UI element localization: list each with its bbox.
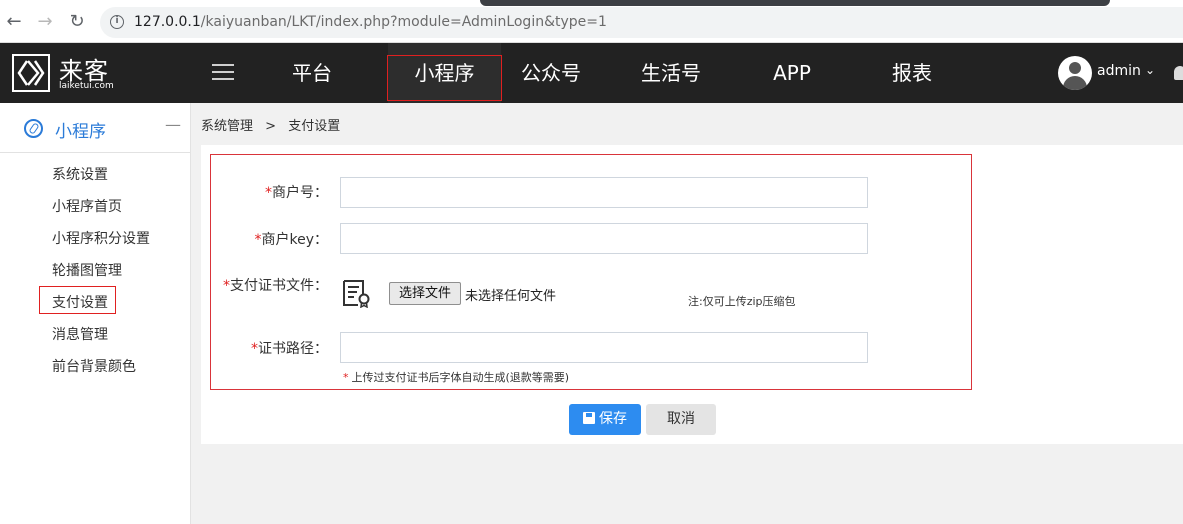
- merchant-id-input[interactable]: [340, 177, 868, 208]
- browser-toolbar: ← → ↻ i 127.0.0.1/kaiyuanban/LKT/index.p…: [0, 0, 1183, 43]
- sidebar-item-carousel[interactable]: 轮播图管理: [52, 260, 122, 280]
- sidebar-item-background-color[interactable]: 前台背景颜色: [52, 356, 136, 376]
- sidebar-item-messages[interactable]: 消息管理: [52, 324, 108, 344]
- save-label: 保存: [599, 411, 627, 427]
- choose-file-button[interactable]: 选择文件: [389, 282, 461, 305]
- nav-mini-program[interactable]: 小程序: [388, 43, 501, 103]
- sidebar-item-points-settings[interactable]: 小程序积分设置: [52, 228, 150, 248]
- url-text[interactable]: 127.0.0.1/kaiyuanban/LKT/index.php?modul…: [134, 14, 607, 30]
- sidebar-item-system-settings[interactable]: 系统设置: [52, 164, 108, 184]
- user-avatar[interactable]: [1058, 56, 1092, 90]
- address-bar[interactable]: i 127.0.0.1/kaiyuanban/LKT/index.php?mod…: [100, 7, 1183, 38]
- nav-platform[interactable]: 平台: [272, 43, 352, 103]
- site-info-icon[interactable]: i: [110, 15, 124, 29]
- nav-app[interactable]: APP: [752, 43, 832, 103]
- reload-icon[interactable]: ↻: [66, 11, 88, 33]
- merchant-key-label: *商户key：: [254, 232, 328, 248]
- nav-reports[interactable]: 报表: [872, 43, 952, 103]
- user-name[interactable]: admin: [1097, 63, 1141, 79]
- save-button[interactable]: 保存: [569, 404, 641, 435]
- chevron-down-icon[interactable]: ⌄: [1145, 63, 1155, 77]
- cert-path-label: *证书路径：: [251, 341, 328, 357]
- cert-path-input[interactable]: [340, 332, 868, 363]
- nav-life-account[interactable]: 生活号: [631, 43, 711, 103]
- file-status-text: 未选择任何文件: [465, 289, 557, 304]
- logo-icon: [12, 54, 50, 92]
- hamburger-menu-icon[interactable]: [212, 64, 234, 82]
- cert-path-hint: * 上传过支付证书后字体自动生成(退款等需要): [343, 371, 570, 384]
- forward-arrow-icon[interactable]: →: [34, 11, 56, 33]
- logo-subtitle: laiketui.com: [59, 81, 114, 91]
- collapse-icon[interactable]: —: [165, 115, 181, 134]
- url-host: 127.0.0.1: [134, 14, 201, 30]
- tab-strip: [480, 0, 1110, 6]
- breadcrumb: 系统管理 > 支付设置: [201, 115, 348, 134]
- cancel-button[interactable]: 取消: [646, 404, 716, 435]
- merchant-key-input[interactable]: [340, 223, 868, 254]
- sidebar-item-mini-program-home[interactable]: 小程序首页: [52, 196, 122, 216]
- breadcrumb-separator: >: [265, 119, 277, 134]
- sidebar: 小程序 — 系统设置 小程序首页 小程序积分设置 轮播图管理 支付设置 消息管理…: [0, 103, 191, 524]
- sidebar-section-header[interactable]: 小程序 —: [0, 103, 190, 153]
- app-header: 来客 laiketui.com 平台 小程序 公众号 生活号 APP 报表 ad…: [0, 43, 1183, 103]
- sidebar-section-title: 小程序: [55, 122, 106, 142]
- url-path: /kaiyuanban/LKT/index.php?module=AdminLo…: [200, 14, 607, 30]
- sidebar-item-payment-settings[interactable]: 支付设置: [52, 292, 108, 312]
- nav-official-account[interactable]: 公众号: [511, 43, 591, 103]
- zip-note: 注:仅可上传zip压缩包: [688, 295, 796, 308]
- bell-icon[interactable]: [1174, 66, 1183, 80]
- breadcrumb-parent[interactable]: 系统管理: [201, 119, 253, 134]
- breadcrumb-current: 支付设置: [288, 119, 341, 134]
- link-icon: [24, 119, 43, 138]
- merchant-id-label: *商户号：: [265, 185, 328, 201]
- back-arrow-icon[interactable]: ←: [3, 11, 25, 33]
- certificate-icon: [343, 280, 370, 308]
- save-disk-icon: [583, 412, 595, 424]
- cert-file-label: *支付证书文件：: [223, 278, 328, 294]
